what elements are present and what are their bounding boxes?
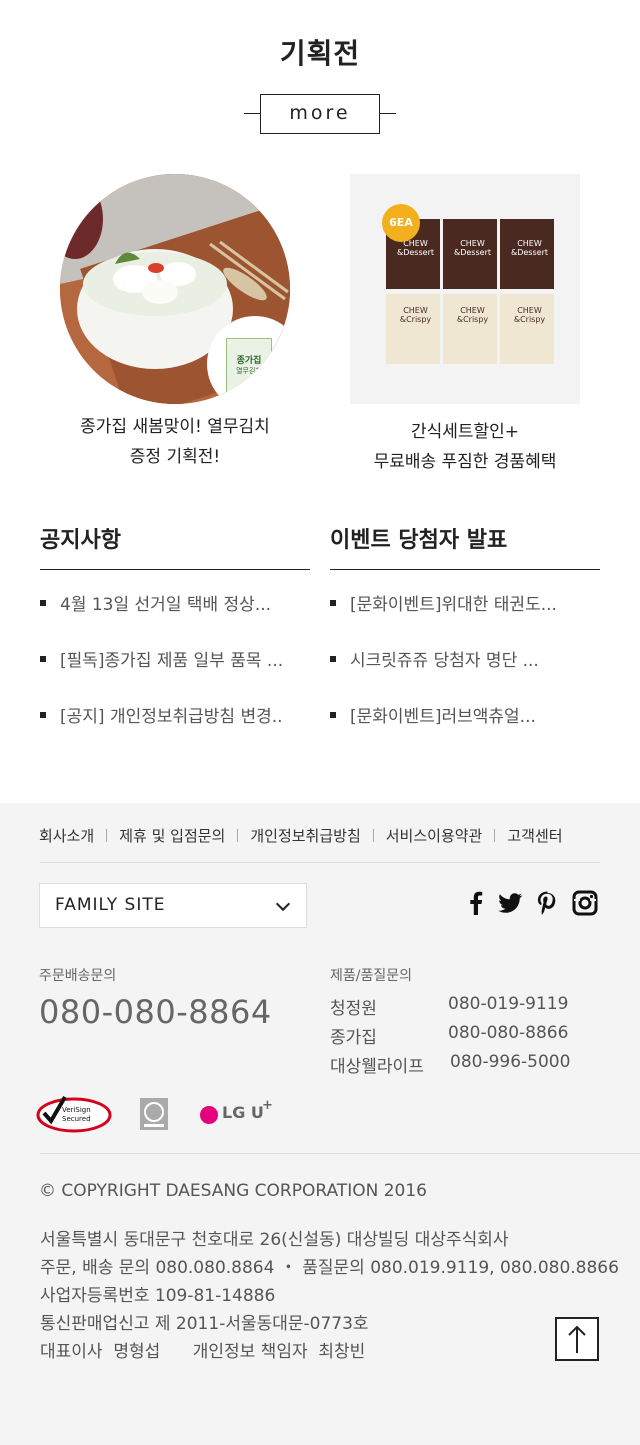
event-item[interactable]: [문화이벤트]위대한 태권도... <box>330 590 600 646</box>
notice-item-text: [공지] 개인정보취급방침 변경.. <box>60 707 283 727</box>
footer-links: 회사소개 제휴 및 입점문의 개인정보취급방침 서비스이용약관 고객센터 <box>39 825 599 845</box>
company-address: 서울특별시 동대문구 천호대로 26(신설동) 대상빌딩 대상주식회사 <box>40 1230 509 1250</box>
lg-circle-icon <box>200 1106 218 1124</box>
promo-image-kimchi: 종가집 열무김치 <box>60 174 290 404</box>
ceo-privacy-officer: 대표이사 명형섭 개인정보 책임자 최창빈 <box>40 1342 366 1362</box>
mail-order-registration: 통신판매업신고 제 2011-서울동대문-0773호 <box>40 1314 369 1334</box>
notice-item-text: 4월 13일 선거일 택배 정상... <box>60 595 272 615</box>
lg-uplus-logo: LG U + <box>200 1098 280 1125</box>
snack-pack: CHEW &Crispy <box>386 294 440 364</box>
notice-item[interactable]: [공지] 개인정보취급방침 변경.. <box>40 702 310 758</box>
facebook-icon[interactable] <box>462 889 490 917</box>
promo-card-kimchi[interactable]: 종가집 열무김치 종가집 새봄맞이! 열무김치 증정 기획전! <box>35 174 315 472</box>
pinterest-icon[interactable] <box>533 889 561 917</box>
divider <box>380 113 396 114</box>
snack-pack: CHEW &Dessert <box>500 219 554 289</box>
quality-contact-tel: 080-080-8866 <box>448 1023 569 1043</box>
snack-pack: CHEW &Crispy <box>500 294 554 364</box>
arrow-up-icon <box>568 1325 586 1353</box>
quality-contact-row: 종가집 080-080-8866 <box>330 1023 590 1049</box>
certification-seal-icon <box>140 1098 168 1130</box>
twitter-icon[interactable] <box>496 889 524 917</box>
bullet-icon <box>40 656 46 662</box>
quality-contact-name: 대상웰라이프 <box>330 1057 424 1077</box>
event-item-text: [문화이벤트]위대한 태권도... <box>350 595 557 615</box>
promo-caption-line2: 무료배송 푸짐한 경품혜택 <box>373 452 557 472</box>
notice-item[interactable]: [필독]종가집 제품 일부 품목 ... <box>40 646 310 702</box>
event-list: [문화이벤트]위대한 태권도... 시크릿쥬쥬 당첨자 명단 ... [문화이벤… <box>330 590 600 758</box>
bullet-icon <box>40 712 46 718</box>
verisign-text: VeriSign Secured <box>62 1106 91 1123</box>
divider <box>237 828 239 842</box>
promo-image-snack: CHEW &Dessert CHEW &Dessert CHEW &Desser… <box>350 174 580 404</box>
verisign-logo: VeriSign Secured <box>36 1095 114 1133</box>
bullet-icon <box>40 600 46 606</box>
promo-more-button[interactable]: more <box>260 94 380 134</box>
divider <box>372 828 374 842</box>
quality-contact-name: 종가집 <box>330 1028 377 1048</box>
snack-pack: CHEW &Dessert <box>443 219 497 289</box>
quantity-badge: 6EA <box>382 204 420 242</box>
promo-caption-line2: 증정 기획전! <box>129 447 221 467</box>
kimchi-package: 종가집 열무김치 <box>226 338 272 396</box>
family-site-select[interactable]: FAMILY SITE <box>39 883 307 928</box>
quality-contact-tel: 080-996-5000 <box>450 1052 571 1072</box>
event-item-text: 시크릿쥬쥬 당첨자 명단 ... <box>350 651 539 671</box>
business-registration: 사업자등록번호 109-81-14886 <box>40 1286 276 1306</box>
instagram-icon[interactable] <box>571 889 599 917</box>
footer-link-terms[interactable]: 서비스이용약관 <box>386 825 483 846</box>
notice-list: 4월 13일 선거일 택배 정상... [필독]종가집 제품 일부 품목 ...… <box>40 590 310 758</box>
event-item-text: [문화이벤트]러브액츄얼... <box>350 707 536 727</box>
copyright: © COPYRIGHT DAESANG CORPORATION 2016 <box>39 1181 427 1201</box>
footer-link-partnership[interactable]: 제휴 및 입점문의 <box>119 825 225 846</box>
promo-more-wrap: more <box>244 94 396 134</box>
notice-item[interactable]: 4월 13일 선거일 택배 정상... <box>40 590 310 646</box>
divider <box>40 862 600 863</box>
promo-caption-line1: 종가집 새봄맞이! 열무김치 <box>80 417 270 437</box>
package-brand: 종가집 <box>236 356 262 366</box>
snack-pack: CHEW &Crispy <box>443 294 497 364</box>
notice-title[interactable]: 공지사항 <box>40 522 310 570</box>
order-contact-tel: 080-080-8864 <box>39 993 272 1031</box>
promo-card-snack[interactable]: CHEW &Dessert CHEW &Dessert CHEW &Desser… <box>325 174 605 477</box>
scroll-top-button[interactable] <box>555 1317 599 1361</box>
promo-caption: 종가집 새봄맞이! 열무김치 증정 기획전! <box>35 412 315 472</box>
event-item[interactable]: 시크릿쥬쥬 당첨자 명단 ... <box>330 646 600 702</box>
chevron-down-icon <box>275 896 291 912</box>
promo-caption: 간식세트할인+ 무료배송 푸짐한 경품혜택 <box>325 417 605 477</box>
quality-contact-name: 청정원 <box>330 999 377 1019</box>
bullet-icon <box>330 656 336 662</box>
notice-board: 공지사항 4월 13일 선거일 택배 정상... [필독]종가집 제품 일부 품… <box>40 522 310 758</box>
event-title[interactable]: 이벤트 당첨자 발표 <box>330 522 600 570</box>
bullet-icon <box>330 600 336 606</box>
family-site-label: FAMILY SITE <box>55 895 166 915</box>
notice-item-text: [필독]종가집 제품 일부 품목 ... <box>60 651 284 671</box>
promo-caption-line1: 간식세트할인+ <box>410 422 520 442</box>
event-item[interactable]: [문화이벤트]러브액츄얼... <box>330 702 600 758</box>
divider <box>106 828 108 842</box>
footer: 회사소개 제휴 및 입점문의 개인정보취급방침 서비스이용약관 고객센터 FAM… <box>0 803 640 1445</box>
quality-contact-row: 청정원 080-019-9119 <box>330 994 590 1020</box>
package-label: 열무김치 <box>236 367 262 375</box>
divider <box>494 828 496 842</box>
footer-link-privacy[interactable]: 개인정보취급방침 <box>250 825 360 846</box>
footer-link-company[interactable]: 회사소개 <box>39 825 94 846</box>
event-board: 이벤트 당첨자 발표 [문화이벤트]위대한 태권도... 시크릿쥬쥬 당첨자 명… <box>330 522 600 758</box>
divider <box>244 113 260 114</box>
bullet-icon <box>330 712 336 718</box>
quality-contact-row: 대상웰라이프 080-996-5000 <box>330 1052 590 1078</box>
quality-contact-tel: 080-019-9119 <box>448 994 569 1014</box>
divider <box>40 1153 640 1154</box>
company-contact-info: 주문, 배송 문의 080.080.8864 ・ 품질문의 080.019.91… <box>40 1258 619 1278</box>
order-contact-label: 주문배송문의 <box>39 968 117 984</box>
footer-link-customer-center[interactable]: 고객센터 <box>507 825 562 846</box>
quality-contact-label: 제품/품질문의 <box>330 968 412 984</box>
promo-section-title: 기획전 <box>279 37 361 70</box>
